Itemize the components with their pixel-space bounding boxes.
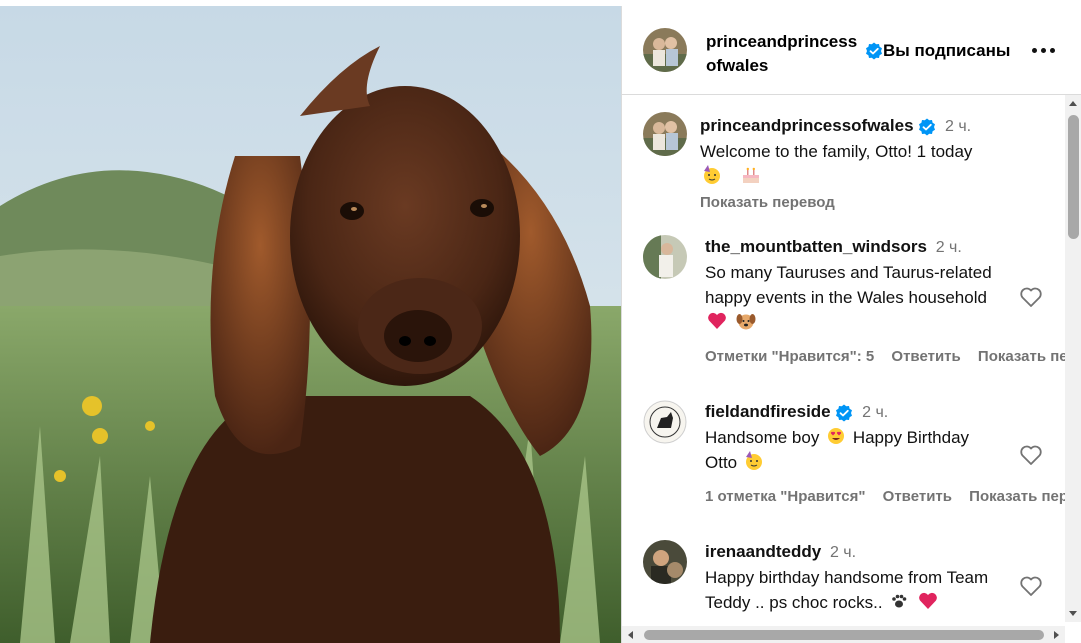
avatar-image	[643, 400, 687, 444]
caption-time[interactable]: 2 ч.	[945, 118, 971, 135]
comment-username[interactable]: irenaandteddy	[705, 542, 821, 561]
paw-prints-emoji	[892, 594, 907, 608]
comment-time[interactable]: 2 ч.	[830, 544, 856, 561]
avatar-image	[643, 28, 687, 72]
comment-avatar[interactable]	[643, 235, 687, 279]
red-heart-emoji	[919, 592, 937, 609]
red-heart-emoji	[708, 312, 726, 329]
like-comment-icon[interactable]	[1019, 444, 1043, 466]
caption-avatar[interactable]	[643, 112, 687, 156]
more-options-icon[interactable]	[1030, 38, 1058, 62]
caption-body: princeandprincessofwales 2 ч. Welcome to…	[700, 113, 1067, 215]
vertical-scrollbar[interactable]	[1065, 95, 1081, 622]
like-comment-icon[interactable]	[1019, 575, 1043, 597]
comment-text: So many Tauruses and Taurus-related happ…	[705, 263, 992, 307]
header-username[interactable]: princeandprincessofwales	[706, 30, 866, 78]
scroll-right-arrow-icon[interactable]	[1054, 631, 1059, 639]
comment-time[interactable]: 2 ч.	[862, 404, 888, 421]
comment-item: fieldandfireside 2 ч. Handsome boy Happy…	[622, 400, 1067, 510]
verified-badge-icon	[866, 42, 882, 60]
avatar-image	[643, 112, 687, 156]
comment-time[interactable]: 2 ч.	[936, 239, 962, 256]
scroll-left-arrow-icon[interactable]	[628, 631, 633, 639]
dog-face-emoji	[736, 314, 756, 330]
horizontal-scrollbar[interactable]	[622, 626, 1065, 643]
comment-meta: Отметки "Нравится": 5 Ответить Показать …	[705, 348, 1067, 365]
header-avatar[interactable]	[643, 28, 687, 72]
verified-badge-icon	[836, 404, 853, 422]
post-header: princeandprincessofwales Вы подписаны	[622, 6, 1081, 95]
scroll-down-arrow-icon[interactable]	[1069, 611, 1077, 616]
comment-avatar[interactable]	[643, 540, 687, 584]
comment-text-part-1: Handsome boy	[705, 428, 820, 447]
partying-face-emoji	[704, 165, 720, 184]
comment-likes[interactable]: 1 отметка "Нравится"	[705, 488, 866, 505]
vertical-scrollbar-thumb[interactable]	[1068, 115, 1079, 239]
caption-text: Welcome to the family, Otto! 1 today	[700, 142, 973, 161]
comments-list: princeandprincessofwales 2 ч. Welcome to…	[622, 95, 1067, 622]
comment-username[interactable]: the_mountbatten_windsors	[705, 237, 927, 256]
like-comment-icon[interactable]	[1019, 286, 1043, 308]
translate-link[interactable]: Показать перевод	[978, 348, 1067, 365]
comment-item: irenaandteddy 2 ч. Happy birthday handso…	[622, 540, 1067, 622]
post-image[interactable]	[0, 6, 621, 643]
birthday-cake-emoji	[742, 167, 759, 183]
reply-button[interactable]: Ответить	[883, 488, 952, 505]
avatar-image	[643, 235, 687, 279]
caption: princeandprincessofwales 2 ч. Welcome to…	[622, 107, 1067, 217]
caption-username[interactable]: princeandprincessofwales	[700, 116, 914, 135]
dog-photo-illustration	[0, 6, 621, 643]
comment-body: irenaandteddy 2 ч. Happy birthday handso…	[705, 539, 1005, 615]
caption-translate-link[interactable]: Показать перевод	[700, 194, 835, 211]
scroll-up-arrow-icon[interactable]	[1069, 101, 1077, 106]
reply-button[interactable]: Ответить	[891, 348, 960, 365]
verified-badge-icon	[919, 118, 936, 136]
horizontal-scrollbar-thumb[interactable]	[644, 630, 1044, 640]
comment-username[interactable]: fieldandfireside	[705, 402, 831, 421]
comment-item: the_mountbatten_windsors 2 ч. So many Ta…	[622, 235, 1067, 375]
comment-body: fieldandfireside 2 ч. Handsome boy Happy…	[705, 399, 1005, 475]
partying-face-emoji	[745, 451, 762, 470]
following-button[interactable]: Вы подписаны	[883, 40, 1010, 62]
post-details-panel: princeandprincessofwales Вы подписаны pr…	[621, 6, 1081, 643]
translate-link[interactable]: Показать перевод	[969, 488, 1067, 505]
comment-likes[interactable]: Отметки "Нравится": 5	[705, 348, 874, 365]
comment-body: the_mountbatten_windsors 2 ч. So many Ta…	[705, 234, 1005, 335]
comment-avatar[interactable]	[643, 400, 687, 444]
smiling-face-with-heart-eyes-emoji	[828, 428, 845, 444]
instagram-post-view: princeandprincessofwales Вы подписаны pr…	[0, 0, 1081, 643]
avatar-image	[643, 540, 687, 584]
comment-meta: 1 отметка "Нравится" Ответить Показать п…	[705, 488, 1067, 505]
comment-text: Happy birthday handsome from Team Teddy …	[705, 568, 989, 612]
